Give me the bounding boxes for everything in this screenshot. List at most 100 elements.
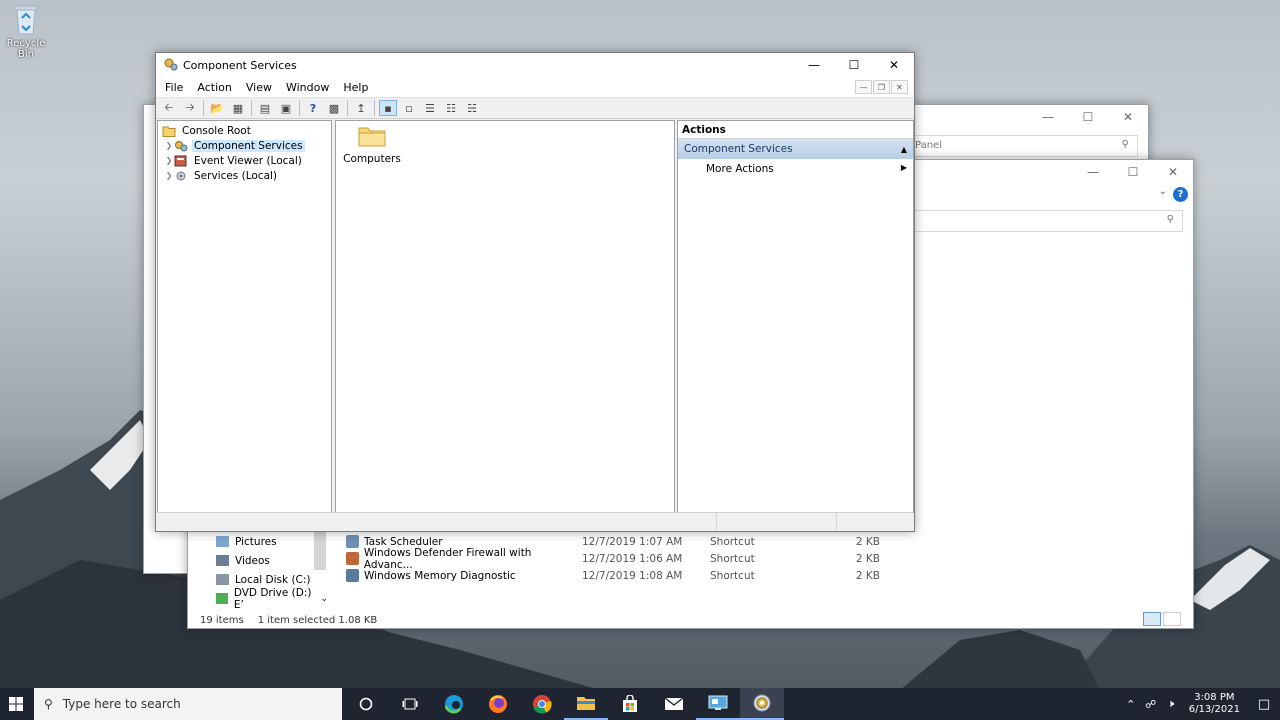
child-restore-icon[interactable]: ❐	[873, 80, 890, 94]
file-type: Shortcut	[710, 569, 755, 582]
minimize-icon[interactable]: —	[794, 53, 834, 77]
minimize-icon[interactable]: —	[1073, 160, 1113, 184]
cortana-circle-icon	[359, 697, 373, 711]
chrome-taskbar-button[interactable]	[520, 688, 564, 720]
chevron-down-icon[interactable]: ⌄	[1159, 186, 1167, 197]
search-icon[interactable]: ⚲	[1122, 139, 1129, 150]
address-bar[interactable]: Panel ⚲	[908, 135, 1138, 157]
toolbar-separator	[374, 100, 375, 116]
firefox-taskbar-button[interactable]	[476, 688, 520, 720]
menu-file[interactable]: File	[158, 81, 190, 94]
child-window-buttons: — ❐ ✕	[854, 80, 908, 94]
edge-icon	[444, 695, 463, 714]
more-actions-item[interactable]: More Actions ▶	[678, 159, 913, 179]
file-date: 12/7/2019 1:06 AM	[582, 552, 683, 565]
properties-icon[interactable]: ▤	[256, 100, 274, 116]
clock-time: 3:08 PM	[1194, 692, 1235, 703]
videos-icon	[216, 555, 229, 566]
network-icon[interactable]: ☍	[1141, 698, 1161, 711]
tree-item-event-viewer[interactable]: ❯ Event Viewer (Local)	[158, 153, 331, 168]
expand-chevron-icon[interactable]: ❯	[164, 156, 174, 165]
edge-taskbar-button[interactable]	[432, 688, 476, 720]
folder-icon	[162, 125, 176, 137]
volume-muted-icon[interactable]: 🕨	[1161, 697, 1181, 711]
actions-section-component-services[interactable]: Component Services ▲	[678, 139, 913, 159]
action-pane-icon[interactable]: ▩	[325, 100, 343, 116]
nav-item-pictures[interactable]: Pictures	[188, 532, 328, 551]
table-row[interactable]: Windows Defender Firewall with Advanc...…	[346, 547, 886, 571]
large-icons-view-icon[interactable]: ▪	[379, 100, 397, 116]
scrollbar-thumb[interactable]	[314, 532, 326, 570]
start-button[interactable]	[0, 688, 32, 720]
caption-buttons: — ☐ ✕	[794, 53, 914, 77]
table-row[interactable]: Windows Memory Diagnostic 12/7/2019 1:08…	[346, 567, 886, 584]
export-list-icon[interactable]: ↥	[352, 100, 370, 116]
maximize-icon[interactable]: ☐	[1068, 105, 1108, 129]
file-explorer-taskbar-button[interactable]	[564, 688, 608, 720]
notifications-icon[interactable]: □	[1248, 697, 1280, 712]
clock[interactable]: 3:08 PM 6/13/2021	[1181, 692, 1248, 716]
system-tray: ⌃ ☍ 🕨 3:08 PM 6/13/2021 □	[1121, 688, 1280, 720]
navigation-pane: Pictures Videos Local Disk (C:) DVD Driv…	[188, 532, 328, 622]
list-view-icon[interactable]: ☰	[421, 100, 439, 116]
minimize-icon[interactable]: —	[1028, 105, 1068, 129]
tree-item-console-root[interactable]: Console Root	[158, 123, 331, 138]
recycle-bin-label: Recycle Bin	[6, 38, 46, 60]
status-view-icon[interactable]: ☵	[463, 100, 481, 116]
computers-folder[interactable]: Computers	[342, 125, 402, 165]
section-label: Component Services	[684, 143, 793, 155]
mail-taskbar-button[interactable]	[652, 688, 696, 720]
maximize-icon[interactable]: ☐	[1113, 160, 1153, 184]
back-arrow-icon[interactable]: 🡠	[160, 100, 178, 116]
maximize-icon[interactable]: ☐	[834, 53, 874, 77]
title-bar[interactable]: Component Services — ☐ ✕	[156, 53, 914, 77]
help-icon[interactable]: ?	[304, 100, 322, 116]
chevron-down-icon: ⌄	[320, 593, 328, 604]
help-icon[interactable]: ?	[1173, 187, 1188, 202]
up-folder-icon[interactable]: 📂	[208, 100, 226, 116]
search-field[interactable]: ⚲	[908, 210, 1183, 232]
task-view-button[interactable]	[388, 688, 432, 720]
file-name: Windows Memory Diagnostic	[364, 569, 516, 582]
status-bar: 19 items 1 item selected 1.08 KB	[200, 615, 377, 626]
component-services-window[interactable]: Component Services — ☐ ✕ File Action Vie…	[155, 52, 915, 532]
menu-window[interactable]: Window	[279, 81, 336, 94]
close-icon[interactable]: ✕	[1108, 105, 1148, 129]
search-icon[interactable]: ⚲	[1167, 214, 1174, 225]
cortana-button[interactable]	[344, 688, 388, 720]
expand-chevron-icon[interactable]: ❯	[164, 171, 174, 180]
toolbar-separator	[347, 100, 348, 116]
large-icons-view-icon[interactable]	[1163, 612, 1181, 626]
tree-item-component-services[interactable]: ❯ Component Services	[158, 138, 331, 153]
menu-help[interactable]: Help	[336, 81, 375, 94]
child-minimize-icon[interactable]: —	[855, 80, 872, 94]
collapse-arrow-icon[interactable]: ▲	[901, 145, 907, 154]
show-hide-tree-icon[interactable]: ▦	[229, 100, 247, 116]
store-taskbar-button[interactable]	[608, 688, 652, 720]
clock-date: 6/13/2021	[1188, 704, 1240, 715]
close-icon[interactable]: ✕	[874, 53, 914, 77]
refresh-icon[interactable]: ▣	[277, 100, 295, 116]
chevron-up-icon[interactable]: ⌃	[1121, 698, 1141, 711]
recycle-bin-shortcut[interactable]: Recycle Bin	[0, 2, 52, 60]
nav-item-videos[interactable]: Videos	[188, 551, 328, 570]
menu-view[interactable]: View	[239, 81, 279, 94]
small-icons-view-icon[interactable]: ▫	[400, 100, 418, 116]
status-cell	[837, 513, 913, 530]
mail-envelope-icon	[664, 697, 684, 710]
control-panel-taskbar-button[interactable]	[696, 688, 740, 720]
child-close-icon[interactable]: ✕	[891, 80, 908, 94]
details-view-icon[interactable]	[1143, 612, 1161, 626]
menu-action[interactable]: Action	[190, 81, 238, 94]
nav-item-dvd-drive[interactable]: DVD Drive (D:) E’ ⌄	[188, 587, 328, 611]
expand-chevron-icon[interactable]: ❯	[164, 141, 174, 150]
nav-label: Videos	[235, 554, 270, 567]
detail-view-icon[interactable]: ☷	[442, 100, 460, 116]
component-services-taskbar-button[interactable]	[740, 688, 784, 720]
forward-arrow-icon[interactable]: 🡢	[181, 100, 199, 116]
taskbar-search[interactable]: ⚲ Type here to search	[34, 688, 342, 720]
view-switcher	[1143, 612, 1181, 626]
file-date: 12/7/2019 1:08 AM	[582, 569, 683, 582]
close-icon[interactable]: ✕	[1153, 160, 1193, 184]
tree-item-services[interactable]: ❯ Services (Local)	[158, 168, 331, 183]
